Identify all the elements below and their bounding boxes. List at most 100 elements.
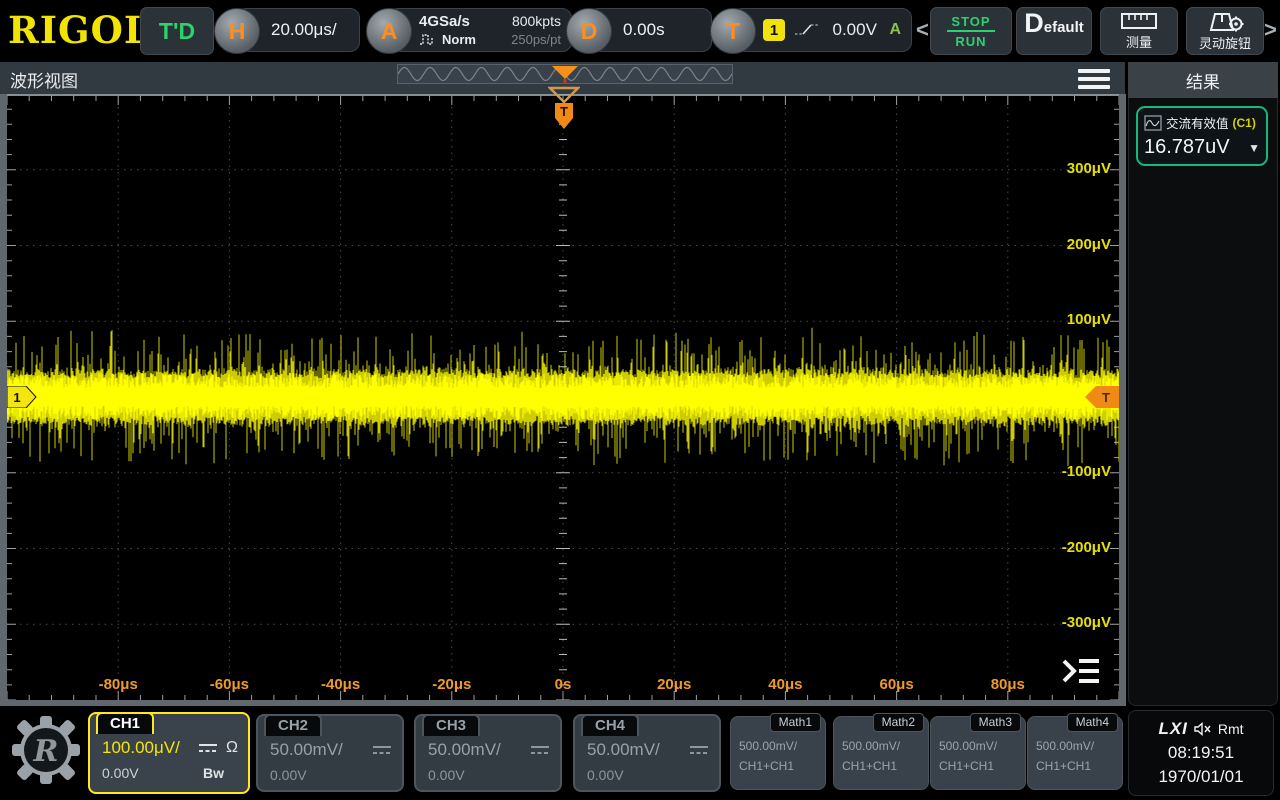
trigger-status-button[interactable]: T'D	[140, 7, 214, 55]
trigger-level: 0.00V	[829, 20, 880, 40]
trigger-settings-button[interactable]: 1 0.00V A	[732, 8, 912, 52]
dc-coupling-icon	[372, 744, 392, 757]
measurement-value: 16.787uV	[1144, 136, 1230, 159]
x-axis-label: 80μs	[991, 676, 1025, 693]
status-clock-panel[interactable]: LXI Rmt 08:19:51 1970/01/01	[1128, 710, 1274, 796]
rigol-logo: RIGOL	[8, 8, 151, 52]
ch1-ground-marker[interactable]: 1	[7, 386, 37, 408]
rigol-gear-logo[interactable]: R	[10, 714, 82, 786]
svg-text:T: T	[1102, 390, 1110, 405]
acquire-mode: Norm	[442, 32, 476, 47]
math4-tab: Math4	[1067, 713, 1118, 732]
waveform-display[interactable]: 1 T 300μV200μV100μV-100μV-200μV-300μV-80…	[7, 94, 1119, 700]
channel-card-ch1[interactable]: CH1 100.00μV/ Ω 0.00V Bw	[88, 712, 250, 794]
ruler-icon	[1121, 12, 1157, 30]
measurement-type-icon	[1144, 115, 1162, 131]
x-axis-label: 0s	[555, 676, 572, 693]
horizontal-knob[interactable]: H	[214, 8, 260, 54]
results-panel-title: 结果	[1128, 62, 1278, 98]
measure-label: 测量	[1126, 32, 1152, 51]
trigger-status-label: T'D	[159, 18, 195, 45]
delay-knob[interactable]: D	[566, 8, 612, 54]
ch4-scale: 50.00mV/	[587, 740, 681, 760]
ch3-offset: 0.00V	[428, 767, 550, 783]
graticule-frame: 1 T 300μV200μV100μV-100μV-200μV-300μV-80…	[0, 94, 1126, 706]
svg-text:1: 1	[13, 390, 20, 405]
overview-trigger-marker[interactable]	[552, 66, 578, 79]
trigger-level-marker[interactable]: T	[1085, 386, 1119, 408]
lxi-badge: LXI	[1158, 719, 1187, 739]
channel-card-ch3[interactable]: CH3 50.00mV/ 0.00V	[414, 714, 562, 792]
x-axis-label: 40μs	[768, 676, 802, 693]
waveform-menu-icon[interactable]	[1078, 69, 1110, 89]
svg-text:R: R	[33, 734, 59, 769]
channel-card-ch4[interactable]: CH4 50.00mV/ 0.00V	[573, 714, 721, 792]
default-label-rest: efault	[1044, 19, 1084, 36]
math3-card[interactable]: Math3 500.00mV/ CH1+CH1	[930, 716, 1026, 790]
math4-card[interactable]: Math4 500.00mV/ CH1+CH1	[1027, 716, 1123, 790]
default-button[interactable]: Default	[1016, 7, 1092, 55]
measurement-expand-icon[interactable]: ▼	[1248, 141, 1260, 155]
speaker-muted-icon	[1194, 722, 1212, 736]
sample-rate: 4GSa/s	[419, 13, 501, 30]
waveform-view-title: 波形视图	[10, 67, 78, 92]
y-axis-label: -300μV	[1031, 614, 1111, 631]
quick-knob-button[interactable]: 灵动旋钮	[1186, 7, 1264, 55]
acquire-mode-icon	[419, 33, 437, 46]
toolbar-scroll-right[interactable]: >	[1264, 18, 1277, 42]
quick-knob-label: 灵动旋钮	[1199, 33, 1251, 52]
system-date: 1970/01/01	[1158, 767, 1243, 787]
math1-tab: Math1	[770, 713, 821, 732]
math2-tab: Math2	[873, 713, 924, 732]
y-axis-label: -200μV	[1031, 539, 1111, 556]
math2-scale: 500.00mV/	[842, 739, 928, 753]
measurement-source: (C1)	[1233, 116, 1256, 130]
trigger-knob[interactable]: T	[710, 8, 756, 54]
ch3-tab: CH3	[422, 714, 480, 736]
stop-run-button[interactable]: STOP RUN	[930, 7, 1012, 55]
default-label-initial: D	[1024, 8, 1044, 39]
measure-button[interactable]: 测量	[1100, 7, 1178, 55]
measurement-result-card[interactable]: 交流有效值 (C1) 16.787uV ▼	[1136, 106, 1268, 166]
system-time: 08:19:51	[1168, 743, 1234, 763]
math2-card[interactable]: Math2 500.00mV/ CH1+CH1	[833, 716, 929, 790]
trigger-position-marker[interactable]: T	[548, 86, 580, 132]
ch4-tab: CH4	[581, 714, 639, 736]
stop-label: STOP	[947, 14, 994, 32]
acquire-knob[interactable]: A	[366, 8, 412, 54]
oscilloscope-screen: RIGOL T'D H 20.00μs/ A 4GSa/s 800kpts No…	[0, 0, 1280, 800]
y-axis-label: -100μV	[1031, 463, 1111, 480]
y-axis-label: 100μV	[1031, 311, 1111, 328]
dc-coupling-icon	[198, 742, 218, 755]
delay-knob-letter: D	[581, 18, 598, 45]
ch2-tab: CH2	[264, 714, 322, 736]
y-axis-label: 200μV	[1031, 236, 1111, 253]
ch2-scale: 50.00mV/	[270, 740, 364, 760]
math3-expression: CH1+CH1	[939, 759, 1025, 773]
acquire-info-button[interactable]: 4GSa/s 800kpts Norm 250ps/pt	[388, 8, 572, 52]
dc-coupling-icon	[530, 744, 550, 757]
svg-text:T: T	[560, 104, 568, 119]
sample-resolution: 250ps/pt	[511, 32, 561, 47]
ch3-scale: 50.00mV/	[428, 740, 522, 760]
trigger-knob-letter: T	[726, 18, 740, 45]
toolbar-scroll-left[interactable]: <	[916, 18, 929, 42]
horizontal-knob-letter: H	[229, 18, 246, 45]
math3-tab: Math3	[970, 713, 1021, 732]
grid-menu-icon[interactable]	[1061, 656, 1101, 686]
ch1-bandwidth: Bw	[203, 765, 224, 781]
knob-gear-icon	[1205, 10, 1245, 32]
ch1-impedance: Ω	[226, 739, 238, 757]
math1-card[interactable]: Math1 500.00mV/ CH1+CH1	[730, 716, 826, 790]
measurement-name: 交流有效值	[1166, 113, 1229, 132]
math4-scale: 500.00mV/	[1036, 739, 1122, 753]
x-axis-label: 20μs	[657, 676, 691, 693]
ch1-scale: 100.00μV/	[102, 738, 190, 758]
trigger-sweep-mode: A	[889, 21, 901, 39]
dc-coupling-icon	[689, 744, 709, 757]
trigger-source-badge: 1	[763, 19, 785, 41]
results-title-text: 结果	[1186, 68, 1220, 93]
memory-depth: 800kpts	[512, 13, 561, 29]
channel-card-ch2[interactable]: CH2 50.00mV/ 0.00V	[256, 714, 404, 792]
record-overview-strip[interactable]	[397, 64, 733, 84]
